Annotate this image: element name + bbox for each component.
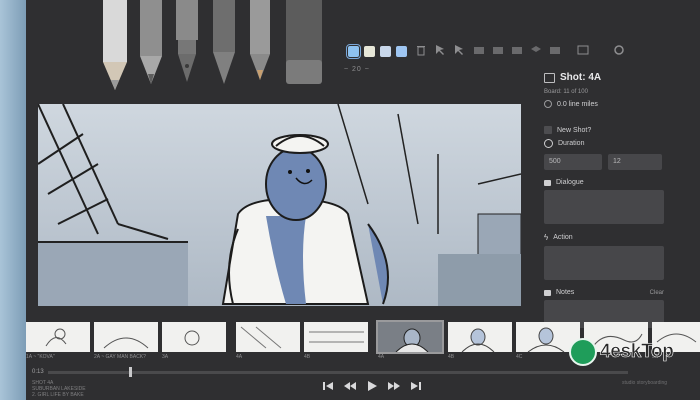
- clear-button[interactable]: Clear: [650, 290, 664, 296]
- swatch-1[interactable]: [346, 44, 361, 59]
- brush-size-readout: ~ 20 ~: [344, 66, 370, 73]
- credit-text: studio storyboarding: [622, 380, 668, 386]
- checkbox-icon[interactable]: [544, 126, 552, 134]
- layer-2-icon[interactable]: [491, 44, 504, 57]
- color-swatches: [346, 44, 407, 59]
- refresh-icon[interactable]: [612, 44, 625, 57]
- swatch-4[interactable]: [396, 46, 407, 57]
- timeline-track[interactable]: [48, 371, 628, 374]
- storyboard-sketch: [38, 104, 521, 306]
- light-pencil-tool[interactable]: [100, 0, 130, 96]
- action-label: Action: [553, 234, 573, 241]
- dialogue-label: Dialogue: [556, 179, 584, 186]
- scene-note-3: 2. GIRL LIFE BY BAKE: [32, 392, 84, 398]
- pen-tool[interactable]: [174, 0, 200, 86]
- speech-icon: [544, 179, 551, 186]
- action-row: ϟ Action: [544, 233, 694, 242]
- brush-tool[interactable]: [210, 0, 238, 86]
- layer-3-icon[interactable]: [510, 44, 523, 57]
- thumbnail-label-6: 4A: [378, 354, 385, 360]
- shot-panel: Shot: 4A Board: 11 of 100 0.0 line miles…: [544, 72, 694, 328]
- duration-fields: 500 12: [544, 154, 694, 170]
- duration-row: Duration: [544, 139, 694, 148]
- film-icon: [544, 72, 555, 83]
- layers-icon[interactable]: [529, 44, 542, 57]
- thumbnail-2[interactable]: [94, 322, 158, 352]
- line-miles: 0.0 line miles: [544, 100, 694, 108]
- thumbnail-label-8: 4C: [516, 354, 523, 360]
- watermark-circle-icon: [569, 338, 597, 366]
- shot-title-text: Shot: 4A: [560, 72, 602, 83]
- dialogue-row: Dialogue: [544, 179, 694, 186]
- rewind-icon[interactable]: [344, 379, 356, 391]
- thumbnail-label-7: 4B: [448, 354, 455, 360]
- lightning-icon: ϟ: [544, 233, 549, 242]
- transport-controls: [322, 379, 422, 391]
- storyboarder-window: ~ 20 ~ Shot: 4A Board: 11 of 100 0.0 lin…: [26, 0, 700, 400]
- gear-icon: [544, 100, 552, 108]
- thumbnail-label-1: 1A ~ "KOVA": [26, 354, 55, 360]
- line-miles-text: 0.0 line miles: [557, 100, 598, 108]
- fast-forward-icon[interactable]: [388, 379, 400, 391]
- new-shot-label: New Shot?: [557, 126, 592, 134]
- thumbnail-label-3: 3A: [162, 354, 169, 360]
- layer-icons: [472, 44, 561, 57]
- shot-title: Shot: 4A: [544, 72, 694, 83]
- thumbnail-6-current[interactable]: [376, 320, 444, 354]
- image-icon[interactable]: [576, 44, 589, 57]
- layer-1-icon[interactable]: [472, 44, 485, 57]
- notes-label: Notes: [556, 289, 575, 296]
- scene-notes: SHOT 4A SUBURBAN LAKESIDE 2. GIRL LIFE B…: [32, 380, 86, 398]
- pencil-tool[interactable]: [138, 0, 164, 88]
- note-pen-tool[interactable]: [248, 0, 272, 84]
- watermark-logo: 4eskTop: [569, 338, 674, 366]
- thumbnail-label-4: 4A: [236, 354, 243, 360]
- thumbnail-3[interactable]: [162, 322, 226, 352]
- layer-5-icon[interactable]: [548, 44, 561, 57]
- thumbnail-4[interactable]: [236, 322, 300, 352]
- duration-ms-input[interactable]: 500: [544, 154, 602, 170]
- duration-label: Duration: [558, 140, 585, 147]
- skip-forward-icon[interactable]: [410, 379, 422, 391]
- trash-icon[interactable]: [414, 44, 427, 57]
- edit-icons: [414, 44, 465, 57]
- playhead[interactable]: [129, 367, 133, 377]
- action-textarea[interactable]: [544, 246, 664, 280]
- swatch-2[interactable]: [364, 46, 375, 57]
- notes-icon: [544, 289, 551, 296]
- thumbnail-7[interactable]: [448, 322, 512, 352]
- desktop-edge: [0, 0, 26, 400]
- move-icon[interactable]: [433, 44, 446, 57]
- notes-heading: Notes: [544, 289, 574, 296]
- timecode: 0:13: [32, 369, 44, 375]
- thumbnail-label-5: 4B: [304, 354, 311, 360]
- duration-frames-input[interactable]: 12: [608, 154, 662, 170]
- dialogue-textarea[interactable]: [544, 190, 664, 224]
- drawing-canvas[interactable]: [38, 104, 521, 306]
- thumbnail-label-2: 2A ~ GAY MAN BACK?: [94, 354, 146, 360]
- skip-back-icon[interactable]: [322, 379, 334, 391]
- notes-row: Notes Clear: [544, 289, 664, 296]
- clock-icon: [544, 139, 553, 148]
- new-shot-toggle[interactable]: New Shot?: [544, 126, 694, 134]
- board-count: Board: 11 of 100: [544, 89, 588, 95]
- watermark-text: 4eskTop: [600, 341, 674, 363]
- play-icon[interactable]: [366, 379, 378, 391]
- thumbnail-1[interactable]: [26, 322, 90, 352]
- scale-icon[interactable]: [452, 44, 465, 57]
- eraser-tool[interactable]: [282, 0, 326, 88]
- thumbnail-5[interactable]: [304, 322, 368, 352]
- swatch-3[interactable]: [380, 46, 391, 57]
